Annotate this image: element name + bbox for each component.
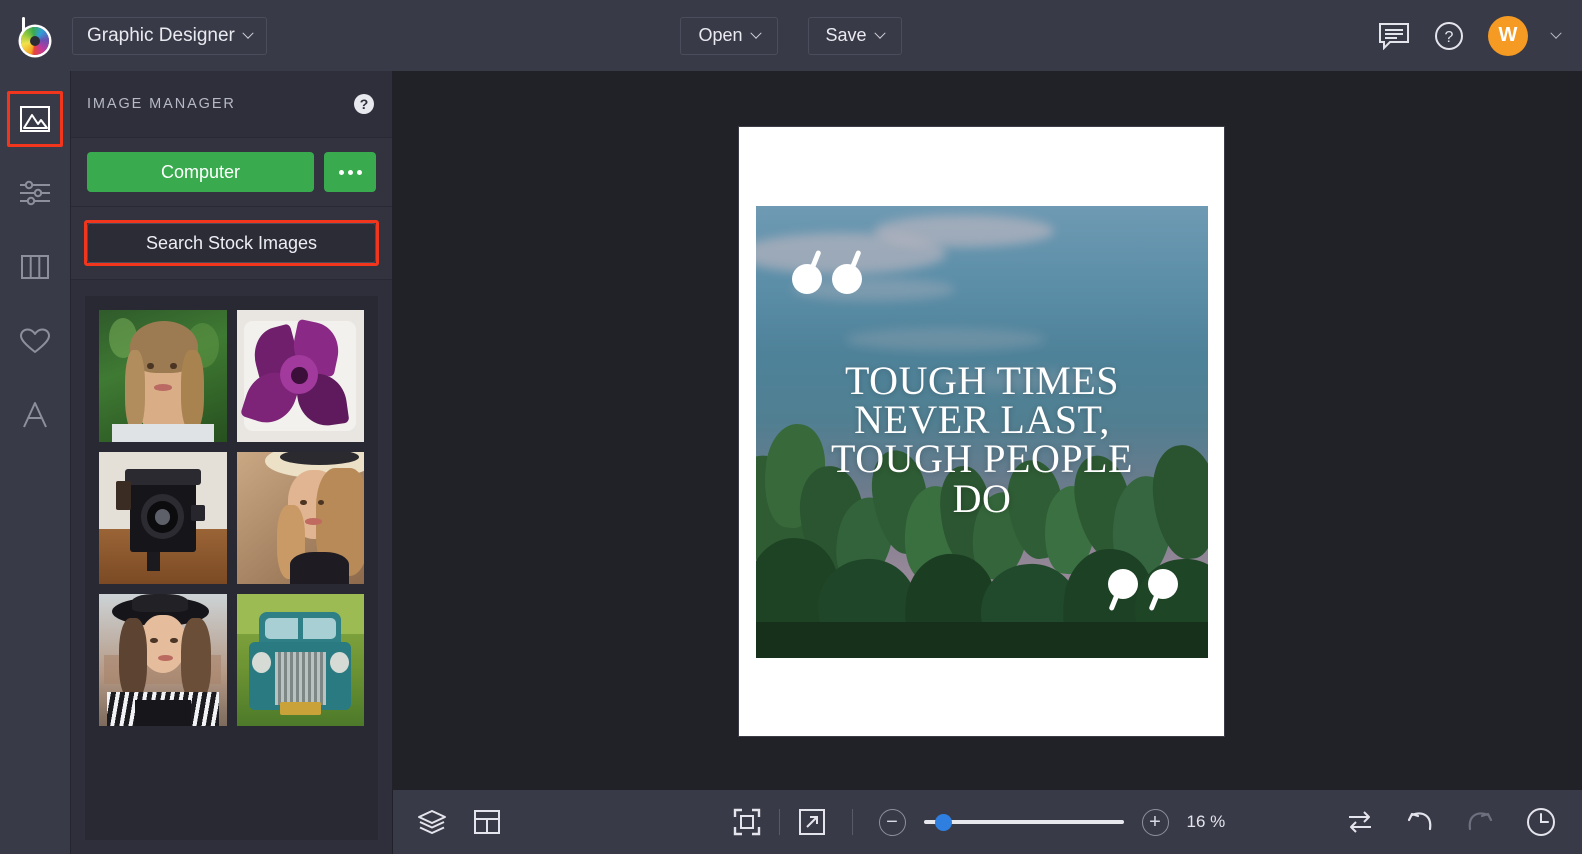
account-menu-chevron-icon[interactable] — [1550, 27, 1562, 39]
thumbnail-woman-in-black-hat[interactable] — [99, 594, 227, 726]
design-photo-cactus-field[interactable]: TOUGH TIMES NEVER LAST, TOUGH PEOPLE DO — [756, 206, 1208, 658]
chevron-down-icon — [873, 27, 886, 39]
bottom-bar-left-tools — [393, 808, 501, 836]
befunky-logo-icon — [16, 16, 54, 55]
image-manager-panel: IMAGE MANAGER ? Computer Search Stock Im… — [70, 71, 392, 854]
workspace-label: Graphic Designer — [87, 24, 235, 46]
clock-history-icon — [1527, 808, 1555, 836]
redo-button[interactable] — [1466, 809, 1494, 835]
template-layout-button[interactable] — [473, 808, 501, 836]
open-button[interactable]: Open — [680, 16, 778, 55]
more-sources-button[interactable] — [324, 152, 376, 192]
quote-line-3: TOUGH PEOPLE — [831, 436, 1133, 482]
columns-icon — [21, 255, 49, 279]
avatar-initial: W — [1498, 24, 1518, 46]
divider — [778, 809, 780, 835]
thumbnail-woman-in-straw-hat[interactable] — [236, 452, 364, 584]
fit-to-screen-button[interactable] — [733, 808, 761, 836]
upload-source-section: Computer — [71, 137, 392, 207]
layers-icon — [418, 810, 446, 834]
stock-search-section: Search Stock Images — [71, 207, 392, 280]
befunky-app-window: Graphic Designer Open Save ? W IMAGE MAN… — [0, 0, 1582, 854]
fullscreen-button[interactable] — [798, 808, 826, 836]
zoom-out-button[interactable]: − — [878, 808, 906, 836]
heart-icon — [20, 328, 50, 353]
thumbnail-portrait-woman-smiling-greenery[interactable] — [99, 310, 227, 442]
fit-to-screen-icon — [733, 808, 760, 836]
design-quote-text[interactable]: TOUGH TIMES NEVER LAST, TOUGH PEOPLE DO — [756, 358, 1208, 521]
save-button[interactable]: Save — [807, 16, 902, 55]
question-mark-icon: ? — [1435, 21, 1463, 50]
svg-text:?: ? — [1445, 29, 1454, 46]
zoom-level-label: 16 % — [1186, 812, 1226, 831]
bottom-bar: − + 16 % — [393, 790, 1582, 854]
letter-a-icon — [23, 402, 47, 428]
zoom-in-button[interactable]: + — [1141, 808, 1169, 836]
help-button[interactable]: ? — [1434, 21, 1464, 51]
search-stock-images-button[interactable]: Search Stock Images — [87, 223, 376, 263]
rail-item-image-manager[interactable] — [0, 93, 70, 145]
top-bar: Graphic Designer Open Save ? W — [0, 0, 1582, 71]
thumbnail-vintage-camera-on-wood[interactable] — [99, 452, 227, 584]
swap-arrows-icon — [1349, 811, 1371, 833]
open-label: Open — [698, 25, 743, 45]
layers-button[interactable] — [417, 808, 447, 836]
workspace-switcher[interactable]: Graphic Designer — [72, 16, 267, 55]
stock-image-gallery — [85, 296, 378, 840]
history-button[interactable] — [1526, 807, 1556, 837]
thumbnail-purple-flower-plate[interactable] — [236, 310, 364, 442]
redo-arrow-icon — [1468, 812, 1493, 831]
rail-item-graphics[interactable] — [0, 315, 70, 367]
thumbnail-grid — [99, 310, 364, 726]
zoom-slider[interactable] — [923, 812, 1124, 832]
zoom-slider-handle[interactable] — [934, 814, 952, 831]
layout-icon — [474, 810, 500, 834]
zoom-slider-track — [923, 820, 1124, 824]
thumbnail-vintage-teal-truck[interactable] — [236, 594, 364, 726]
design-page[interactable]: TOUGH TIMES NEVER LAST, TOUGH PEOPLE DO — [739, 127, 1224, 736]
open-quote-mark-icon — [792, 249, 862, 294]
undo-button[interactable] — [1406, 809, 1434, 835]
quote-line-4: DO — [952, 475, 1012, 521]
sliders-icon — [20, 180, 50, 206]
rail-item-edit-adjustments[interactable] — [0, 167, 70, 219]
chevron-down-icon — [749, 27, 762, 39]
panel-help-icon[interactable]: ? — [354, 94, 374, 114]
ellipsis-icon — [338, 169, 344, 175]
user-avatar[interactable]: W — [1488, 15, 1528, 56]
save-label: Save — [825, 25, 867, 45]
computer-upload-button[interactable]: Computer — [87, 152, 314, 192]
chevron-down-icon — [242, 27, 254, 39]
top-bar-right-actions: ? W — [1378, 0, 1562, 71]
canvas-area[interactable]: TOUGH TIMES NEVER LAST, TOUGH PEOPLE DO — [393, 71, 1582, 790]
left-tool-rail — [0, 71, 70, 854]
panel-header: IMAGE MANAGER ? — [71, 71, 392, 137]
panel-title: IMAGE MANAGER — [87, 96, 236, 112]
undo-arrow-icon — [1407, 812, 1432, 831]
fullscreen-arrow-icon — [798, 809, 825, 835]
divider — [851, 809, 853, 835]
quote-line-2: NEVER LAST, — [854, 397, 1110, 443]
rail-item-templates[interactable] — [0, 241, 70, 293]
app-logo[interactable] — [0, 0, 70, 71]
quote-line-1: TOUGH TIMES — [844, 358, 1120, 403]
comment-icon — [1379, 22, 1409, 50]
bottom-bar-right-tools — [1346, 790, 1556, 854]
image-icon — [20, 106, 50, 132]
rail-item-text[interactable] — [0, 389, 70, 441]
swap-button[interactable] — [1346, 809, 1374, 835]
close-quote-mark-icon — [1108, 569, 1178, 613]
feedback-button[interactable] — [1378, 22, 1410, 50]
